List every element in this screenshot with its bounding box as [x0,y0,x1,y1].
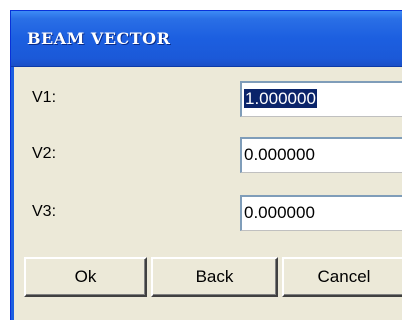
dialog-title: BEAM VECTOR [27,29,171,48]
back-button[interactable]: Back [151,257,278,297]
v2-label: V2: [32,145,57,162]
v3-value: 0.000000 [244,203,315,222]
cancel-button[interactable]: Cancel [282,257,402,297]
v1-input[interactable]: 1.000000 [240,81,402,117]
ok-button[interactable]: Ok [24,257,147,297]
v3-label: V3: [32,203,57,220]
v1-row: V1: 1.000000 [14,79,402,119]
v1-label: V1: [32,89,57,106]
v2-input[interactable]: 0.000000 [240,137,402,173]
v1-value: 1.000000 [244,89,317,108]
dialog-body: V1: 1.000000 V2: 0.000000 V3: 0.000000 O… [11,67,402,320]
v2-row: V2: 0.000000 [14,135,402,175]
v3-row: V3: 0.000000 [14,193,402,233]
v2-value: 0.000000 [244,145,315,164]
beam-vector-dialog: BEAM VECTOR V1: 1.000000 V2: 0.000000 V3… [10,10,402,320]
v3-input[interactable]: 0.000000 [240,195,402,231]
title-bar[interactable]: BEAM VECTOR [11,11,402,67]
